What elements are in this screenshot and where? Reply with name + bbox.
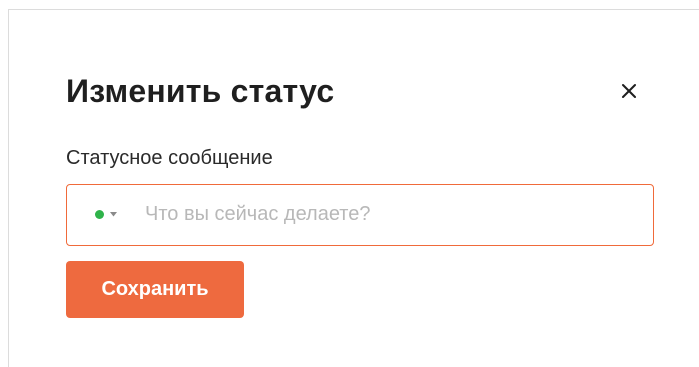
- close-icon: [622, 84, 636, 98]
- status-message-input[interactable]: [145, 185, 635, 244]
- close-button[interactable]: [615, 77, 643, 105]
- change-status-dialog: Изменить статус Статусное сообщение Сохр…: [8, 9, 699, 367]
- chevron-down-icon: [110, 212, 117, 217]
- status-message-field: [66, 184, 654, 246]
- status-message-label: Статусное сообщение: [66, 147, 273, 169]
- status-dot-icon: [95, 210, 104, 219]
- status-indicator-dropdown[interactable]: [95, 185, 117, 244]
- page: Изменить статус Статусное сообщение Сохр…: [0, 0, 699, 367]
- dialog-title: Изменить статус: [66, 73, 335, 109]
- save-button[interactable]: Сохранить: [66, 261, 244, 318]
